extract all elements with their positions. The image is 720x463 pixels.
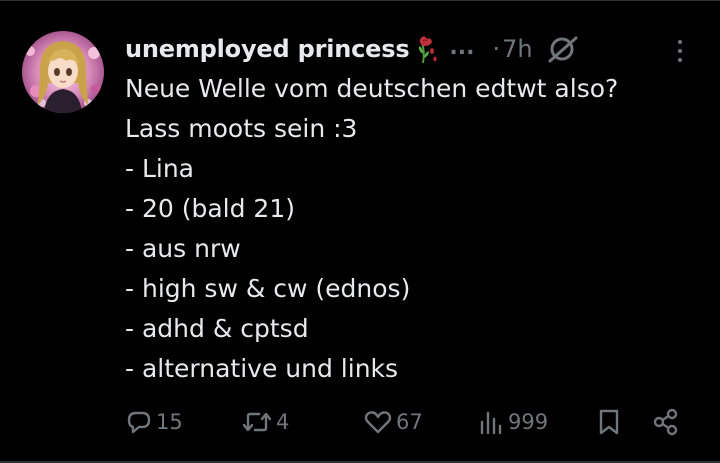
reply-count: 15	[156, 410, 183, 434]
wilted-rose-emoji-icon	[417, 34, 439, 64]
bookmark-icon	[596, 408, 622, 436]
heart-icon	[364, 409, 392, 435]
share-icon	[652, 408, 680, 436]
timestamp[interactable]: 7h	[502, 35, 532, 63]
reply-icon	[126, 409, 152, 435]
tweet-text-line: Lass moots sein :3	[125, 114, 358, 143]
reply-button[interactable]: 15	[126, 400, 183, 444]
bookmark-button[interactable]	[596, 400, 622, 444]
mute-icon[interactable]	[547, 34, 581, 64]
separator-dot: ·	[492, 35, 501, 63]
views-bar-chart-icon	[478, 409, 504, 435]
tweet-text-line: - Lina	[125, 154, 195, 183]
views-button[interactable]: 999	[478, 400, 548, 444]
top-divider	[0, 0, 720, 1]
tweet-text: Neue Welle vom deutschen edtwt also? Las…	[125, 69, 705, 389]
tweet-text-line: - high sw & cw (ednos)	[125, 274, 411, 303]
tweet-text-line: - adhd & cptsd	[125, 314, 309, 343]
views-count: 999	[508, 410, 549, 434]
repost-count: 4	[276, 410, 290, 434]
like-button[interactable]: 67	[364, 400, 423, 444]
tweet-text-line: - alternative und links	[125, 354, 399, 383]
repost-icon	[242, 409, 272, 435]
more-options-icon[interactable]	[668, 36, 692, 66]
action-bar: 15 4 67 999	[0, 400, 720, 444]
share-button[interactable]	[652, 400, 680, 444]
name-truncation: ...	[449, 34, 475, 60]
tweet-text-line: - 20 (bald 21)	[125, 194, 295, 223]
tweet-text-line: Neue Welle vom deutschen edtwt also?	[125, 74, 619, 103]
author-display-name[interactable]: unemployed princess	[125, 35, 410, 63]
tweet-header: unemployed princess ... · 7h	[125, 31, 581, 67]
like-count: 67	[396, 410, 423, 434]
repost-button[interactable]: 4	[242, 400, 289, 444]
avatar[interactable]	[22, 31, 104, 113]
tweet-text-line: - aus nrw	[125, 234, 241, 263]
tweet-card[interactable]: unemployed princess ... · 7h Neue Welle …	[0, 0, 720, 463]
